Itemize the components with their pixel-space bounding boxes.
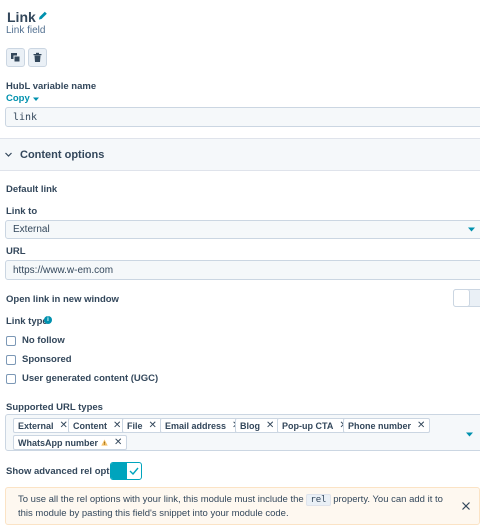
copy-label: Copy <box>6 93 30 104</box>
alert-code: rel <box>306 494 331 506</box>
url-value: https://www.w-em.com <box>13 264 114 276</box>
hubl-variable-value: link <box>13 111 38 123</box>
caret-down-icon <box>32 97 39 101</box>
caret-down-icon <box>468 227 475 232</box>
remove-tag-icon[interactable]: ✕ <box>417 420 425 431</box>
checkbox-sponsored[interactable]: Sponsored <box>6 354 72 365</box>
url-input[interactable]: https://www.w-em.com <box>5 260 480 280</box>
open-new-window-label: Open link in new window <box>6 294 119 305</box>
tag-label: Content <box>73 420 107 431</box>
tag-label: WhatsApp number <box>18 437 98 448</box>
tag-label: External <box>18 420 54 431</box>
checkbox-label: No follow <box>22 335 65 346</box>
field-type-label: Link field <box>6 25 46 36</box>
remove-tag-icon[interactable]: ✕ <box>149 420 157 431</box>
remove-tag-icon[interactable]: ✕ <box>266 420 274 431</box>
hubl-variable-field[interactable]: link <box>5 107 480 127</box>
tag-whatsapp-number: WhatsApp number ✕ <box>13 435 128 450</box>
tag-content: Content ✕ <box>68 418 127 433</box>
default-link-label: Default link <box>6 184 58 195</box>
check-icon <box>129 467 139 475</box>
toggle-knob <box>453 289 470 307</box>
checkbox-box[interactable] <box>6 373 16 384</box>
open-new-window-toggle[interactable] <box>453 289 480 307</box>
url-label: URL <box>6 246 26 257</box>
link-to-select[interactable]: External <box>5 220 480 239</box>
tag-label: File <box>127 420 143 431</box>
link-to-value: External <box>13 224 50 235</box>
chevron-down-icon <box>5 152 12 157</box>
tag-label: Phone number <box>348 420 412 431</box>
info-icon[interactable]: i <box>44 316 52 324</box>
rel-warning-alert: To use all the rel options with your lin… <box>5 487 480 525</box>
supported-url-types-label: Supported URL types <box>6 402 103 413</box>
content-options-header[interactable]: Content options <box>0 138 480 171</box>
toggle-fill <box>111 463 127 479</box>
warning-icon <box>101 439 108 446</box>
alert-text-before: To use all the rel options with your lin… <box>18 494 307 505</box>
field-title: Link <box>7 9 36 25</box>
checkbox-label: Sponsored <box>22 354 72 365</box>
content-options-title: Content options <box>20 148 105 161</box>
tag-file: File ✕ <box>122 418 162 433</box>
supported-url-types-select[interactable]: External ✕ Content ✕ File ✕ Email addres… <box>5 414 480 451</box>
hubl-variable-label: HubL variable name <box>6 81 97 92</box>
checkbox-box[interactable] <box>6 335 16 346</box>
tag-blog: Blog ✕ <box>235 418 280 433</box>
advanced-rel-toggle[interactable] <box>110 462 142 480</box>
checkbox-box[interactable] <box>6 354 16 365</box>
pencil-icon[interactable] <box>38 10 48 21</box>
link-to-label: Link to <box>6 206 38 217</box>
remove-tag-icon[interactable]: ✕ <box>114 437 122 448</box>
alert-message: To use all the rel options with your lin… <box>18 493 448 520</box>
link-type-label: Link type <box>6 316 48 327</box>
caret-down-icon[interactable] <box>466 432 473 437</box>
copy-dropdown[interactable]: Copy <box>6 93 39 104</box>
delete-button[interactable] <box>28 48 47 67</box>
close-icon[interactable] <box>462 502 470 510</box>
checkbox-ugc[interactable]: User generated content (UGC) <box>6 373 158 384</box>
checkbox-label: User generated content (UGC) <box>22 373 159 384</box>
tag-label: Pop-up CTA <box>282 420 334 431</box>
remove-tag-icon[interactable]: ✕ <box>60 420 68 431</box>
tag-email-address: Email address ✕ <box>160 418 246 433</box>
tag-label: Blog <box>240 420 260 431</box>
checkbox-no-follow[interactable]: No follow <box>6 335 65 346</box>
trash-icon <box>33 52 42 62</box>
clone-icon <box>11 53 21 63</box>
remove-tag-icon[interactable]: ✕ <box>113 420 121 431</box>
tag-label: Email address <box>165 420 227 431</box>
tag-phone-number: Phone number ✕ <box>343 418 431 433</box>
tag-external: External ✕ <box>13 418 73 433</box>
tag-popup-cta: Pop-up CTA ✕ <box>277 418 353 433</box>
clone-button[interactable] <box>6 48 25 67</box>
